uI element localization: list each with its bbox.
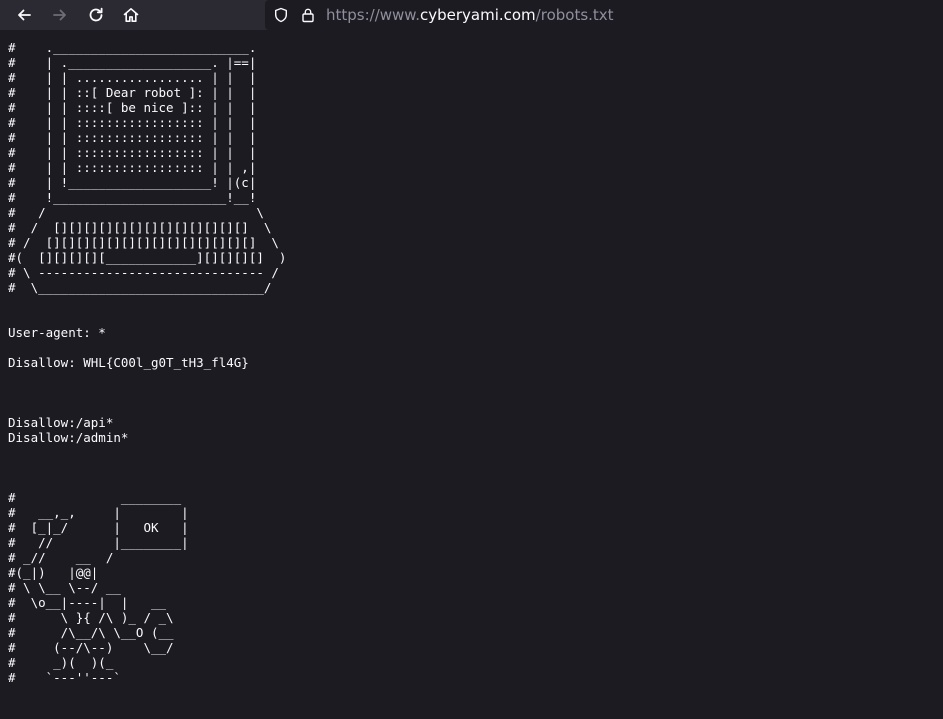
shield-icon[interactable]: [272, 6, 290, 24]
home-button[interactable]: [119, 4, 143, 26]
browser-toolbar: https://www.cyberyami.com/robots.txt: [0, 0, 943, 30]
url-path: /robots.txt: [535, 6, 614, 24]
reload-button[interactable]: [84, 4, 108, 26]
url-text[interactable]: https://www.cyberyami.com/robots.txt: [326, 5, 614, 25]
back-arrow-icon: [18, 9, 31, 21]
url-scheme: https://www.: [326, 6, 420, 24]
lock-icon[interactable]: [299, 6, 317, 24]
url-host: cyberyami.com: [419, 6, 536, 24]
reload-icon: [89, 7, 103, 22]
forward-button[interactable]: [48, 4, 72, 26]
robots-txt-content: # .__________________________. # | .____…: [8, 40, 287, 685]
home-icon: [123, 8, 139, 22]
back-button[interactable]: [12, 4, 36, 26]
forward-arrow-icon: [53, 9, 66, 21]
address-bar[interactable]: https://www.cyberyami.com/robots.txt: [265, 0, 943, 30]
